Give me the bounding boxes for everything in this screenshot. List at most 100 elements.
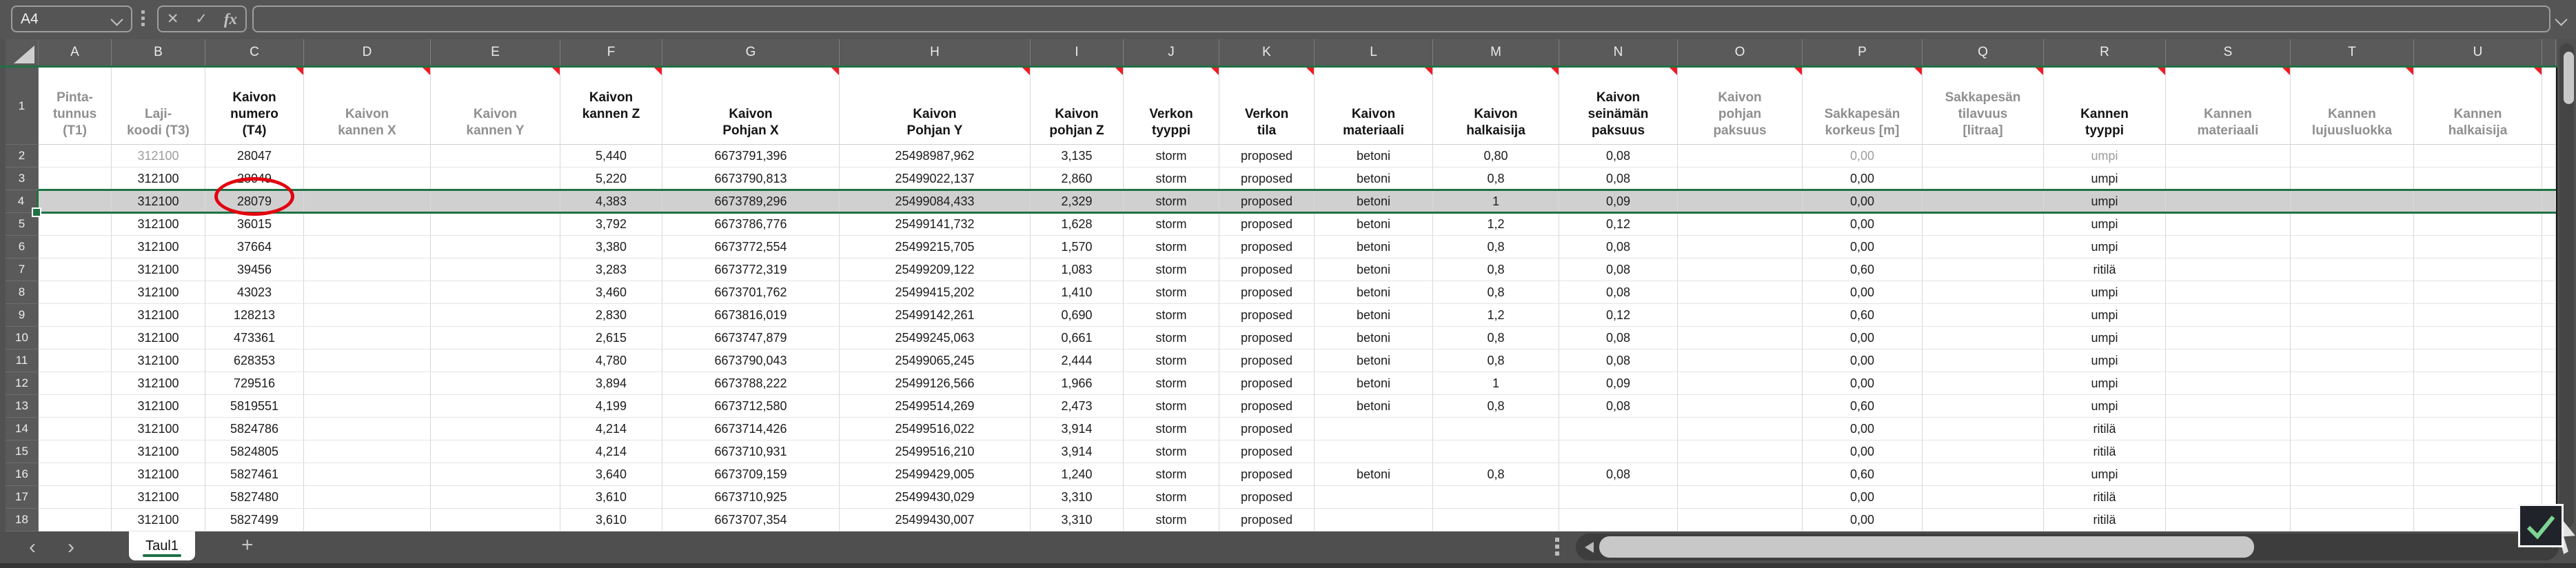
column-S-header[interactable]: S	[2166, 39, 2291, 65]
confirm-overlay-button[interactable]	[2518, 504, 2564, 547]
field-header-G[interactable]: Kaivon Pohjan X	[662, 68, 840, 145]
cell-H18[interactable]: 25499430,007	[840, 509, 1031, 531]
cell-B6[interactable]: 312100	[112, 236, 205, 258]
cell-S2[interactable]	[2166, 145, 2291, 168]
cell-O4[interactable]	[1678, 190, 1803, 213]
cell-D7[interactable]	[304, 258, 431, 281]
cell-E6[interactable]	[431, 236, 560, 258]
field-header-T[interactable]: Kannen lujuusluokka	[2291, 68, 2414, 145]
cell-J15[interactable]: storm	[1124, 440, 1219, 463]
cell-partial-2[interactable]	[2542, 145, 2556, 168]
vertical-scrollbar[interactable]	[2557, 39, 2576, 531]
cell-O17[interactable]	[1678, 486, 1803, 509]
cell-R12[interactable]: umpi	[2044, 372, 2166, 395]
cell-I3[interactable]: 2,860	[1031, 168, 1124, 190]
cell-F13[interactable]: 4,199	[560, 395, 662, 418]
cell-T5[interactable]	[2291, 213, 2414, 236]
column-T-header[interactable]: T	[2291, 39, 2414, 65]
cell-E16[interactable]	[431, 463, 560, 486]
cell-partial-3[interactable]	[2542, 168, 2556, 190]
name-box[interactable]: A4	[11, 6, 132, 32]
cell-C13[interactable]: 5819551	[205, 395, 304, 418]
cell-C11[interactable]: 628353	[205, 349, 304, 372]
field-header-L[interactable]: Kaivon materiaali	[1315, 68, 1433, 145]
cell-E4[interactable]	[431, 190, 560, 213]
cell-K11[interactable]: proposed	[1219, 349, 1315, 372]
cell-B9[interactable]: 312100	[112, 304, 205, 327]
cell-D9[interactable]	[304, 304, 431, 327]
cell-K7[interactable]: proposed	[1219, 258, 1315, 281]
cell-L3[interactable]: betoni	[1315, 168, 1433, 190]
cell-C17[interactable]: 5827480	[205, 486, 304, 509]
cell-M10[interactable]: 0,8	[1433, 327, 1559, 349]
cell-B2[interactable]: 312100	[112, 145, 205, 168]
cell-O6[interactable]	[1678, 236, 1803, 258]
cell-S14[interactable]	[2166, 418, 2291, 440]
cell-M18[interactable]	[1433, 509, 1559, 531]
cell-N14[interactable]	[1559, 418, 1678, 440]
cell-I14[interactable]: 3,914	[1031, 418, 1124, 440]
cell-P16[interactable]: 0,60	[1803, 463, 1923, 486]
cell-S13[interactable]	[2166, 395, 2291, 418]
cell-L7[interactable]: betoni	[1315, 258, 1433, 281]
cell-R14[interactable]: ritilä	[2044, 418, 2166, 440]
cell-D14[interactable]	[304, 418, 431, 440]
cell-F15[interactable]: 4,214	[560, 440, 662, 463]
cell-A8[interactable]	[39, 281, 112, 304]
column-J-header[interactable]: J	[1124, 39, 1219, 65]
cell-O8[interactable]	[1678, 281, 1803, 304]
cell-I7[interactable]: 1,083	[1031, 258, 1124, 281]
cell-J7[interactable]: storm	[1124, 258, 1219, 281]
cell-F18[interactable]: 3,610	[560, 509, 662, 531]
row-2-header[interactable]: 2	[6, 145, 39, 168]
cell-N18[interactable]	[1559, 509, 1678, 531]
cell-O18[interactable]	[1678, 509, 1803, 531]
cell-T11[interactable]	[2291, 349, 2414, 372]
field-header-F[interactable]: Kaivon kannen Z	[560, 68, 662, 145]
cell-M16[interactable]: 0,8	[1433, 463, 1559, 486]
cell-U15[interactable]	[2414, 440, 2542, 463]
cell-R8[interactable]: umpi	[2044, 281, 2166, 304]
cell-partial-6[interactable]	[2542, 236, 2556, 258]
cell-Q17[interactable]	[1923, 486, 2044, 509]
cell-P6[interactable]: 0,00	[1803, 236, 1923, 258]
cell-F9[interactable]: 2,830	[560, 304, 662, 327]
cell-F16[interactable]: 3,640	[560, 463, 662, 486]
cell-P17[interactable]: 0,00	[1803, 486, 1923, 509]
cell-I5[interactable]: 1,628	[1031, 213, 1124, 236]
cell-N13[interactable]: 0,08	[1559, 395, 1678, 418]
cell-L14[interactable]	[1315, 418, 1433, 440]
cell-S11[interactable]	[2166, 349, 2291, 372]
cell-L13[interactable]: betoni	[1315, 395, 1433, 418]
field-header-M[interactable]: Kaivon halkaisija	[1433, 68, 1559, 145]
cell-Q18[interactable]	[1923, 509, 2044, 531]
row-6-header[interactable]: 6	[6, 236, 39, 258]
cell-C18[interactable]: 5827499	[205, 509, 304, 531]
cell-T18[interactable]	[2291, 509, 2414, 531]
cell-G13[interactable]: 6673712,580	[662, 395, 840, 418]
cell-S4[interactable]	[2166, 190, 2291, 213]
cell-S15[interactable]	[2166, 440, 2291, 463]
cell-Q2[interactable]	[1923, 145, 2044, 168]
row-3-header[interactable]: 3	[6, 168, 39, 190]
cell-P13[interactable]: 0,60	[1803, 395, 1923, 418]
cell-K2[interactable]: proposed	[1219, 145, 1315, 168]
cell-partial-13[interactable]	[2542, 395, 2556, 418]
cell-G7[interactable]: 6673772,319	[662, 258, 840, 281]
field-header-Q[interactable]: Sakkapesän tilavuus [litraa]	[1923, 68, 2044, 145]
cell-A10[interactable]	[39, 327, 112, 349]
cell-R6[interactable]: umpi	[2044, 236, 2166, 258]
cell-C14[interactable]: 5824786	[205, 418, 304, 440]
cell-F5[interactable]: 3,792	[560, 213, 662, 236]
cell-H17[interactable]: 25499430,029	[840, 486, 1031, 509]
cell-H6[interactable]: 25499215,705	[840, 236, 1031, 258]
cell-E12[interactable]	[431, 372, 560, 395]
cell-C8[interactable]: 43023	[205, 281, 304, 304]
cell-D13[interactable]	[304, 395, 431, 418]
cell-K16[interactable]: proposed	[1219, 463, 1315, 486]
field-header-P[interactable]: Sakkapesän korkeus [m]	[1803, 68, 1923, 145]
cell-J6[interactable]: storm	[1124, 236, 1219, 258]
cell-H12[interactable]: 25499126,566	[840, 372, 1031, 395]
column-E-header[interactable]: E	[431, 39, 560, 65]
field-header-E[interactable]: Kaivon kannen Y	[431, 68, 560, 145]
